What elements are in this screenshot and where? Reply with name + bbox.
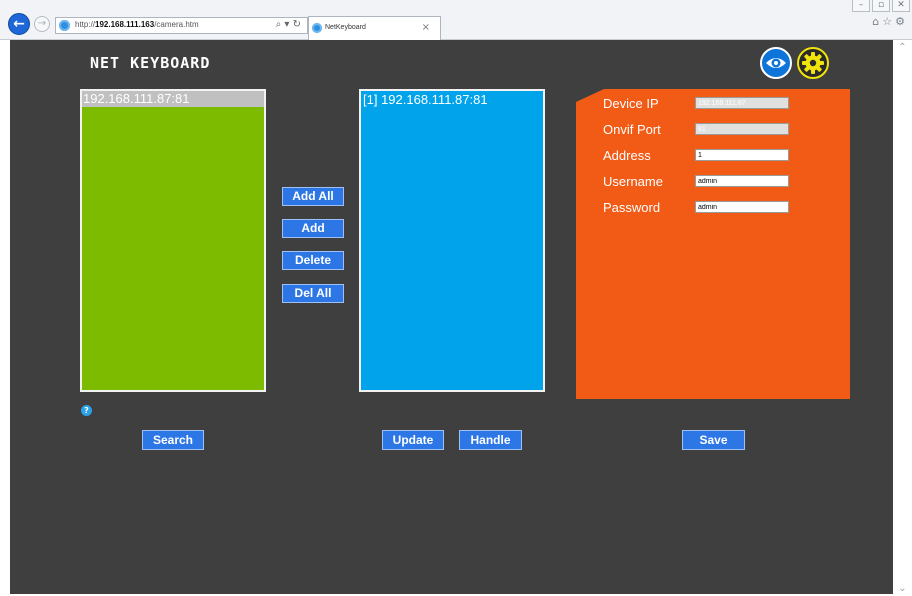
eye-icon-graphic (766, 58, 786, 68)
tab-title: NetKeyboard (325, 24, 366, 31)
device-settings-panel: Device IP Onvif Port Address Username Pa… (576, 89, 850, 399)
net-keyboard-page: NET KEYBOARD 192.168.111.87:81 Add All A… (10, 40, 893, 594)
scroll-up-icon[interactable]: ⌃ (893, 42, 912, 53)
url-path: /camera.htm (154, 20, 199, 29)
close-window-button[interactable]: ✕ (892, 0, 910, 12)
maximize-button[interactable]: ▫ (872, 0, 890, 12)
window-controls: – ▫ ✕ (852, 0, 910, 12)
address-label: Address (603, 148, 651, 163)
browser-chrome: – ▫ ✕ ← → http://192.168.111.163/camera.… (0, 0, 912, 40)
password-label: Password (603, 200, 661, 215)
forward-button[interactable]: → (34, 16, 50, 32)
scroll-down-icon[interactable]: ⌄ (893, 583, 912, 594)
tab-close-icon[interactable]: × (422, 22, 430, 33)
address-url[interactable]: http://192.168.111.163/camera.htm (75, 20, 199, 29)
device-ip-label: Device IP (603, 96, 659, 111)
save-button[interactable]: Save (682, 430, 745, 450)
onvif-port-field[interactable] (695, 123, 789, 135)
del-all-button[interactable]: Del All (282, 284, 344, 303)
ie-icon (59, 20, 70, 31)
tab-ie-icon (312, 23, 322, 33)
vertical-scrollbar[interactable]: ⌃ ⌄ (893, 40, 912, 596)
gear-icon[interactable] (797, 47, 829, 79)
panel-notch (576, 89, 604, 102)
address-bar[interactable]: http://192.168.111.163/camera.htm ⌕ ▾ ↻ (55, 17, 308, 34)
device-list[interactable]: [1] 192.168.111.87:81 (359, 89, 545, 392)
page-title: NET KEYBOARD (90, 54, 211, 72)
toolbar-icons[interactable]: ⌂☆⚙ (872, 15, 908, 28)
search-refresh-icons[interactable]: ⌕ ▾ ↻ (276, 19, 301, 30)
password-field[interactable] (695, 201, 789, 213)
add-button[interactable]: Add (282, 219, 344, 238)
list-item[interactable]: [1] 192.168.111.87:81 (363, 92, 488, 108)
search-results-list[interactable]: 192.168.111.87:81 (80, 89, 266, 392)
username-label: Username (603, 174, 663, 189)
browser-tab[interactable]: NetKeyboard × (308, 16, 441, 40)
back-button[interactable]: ← (8, 13, 30, 35)
address-field[interactable] (695, 149, 789, 161)
username-field[interactable] (695, 175, 789, 187)
help-icon[interactable]: ? (81, 405, 92, 416)
minimize-button[interactable]: – (852, 0, 870, 12)
url-host: 192.168.111.163 (95, 20, 155, 29)
delete-button[interactable]: Delete (282, 251, 344, 270)
handle-button[interactable]: Handle (459, 430, 522, 450)
device-ip-field[interactable] (695, 97, 789, 109)
list-item[interactable]: 192.168.111.87:81 (82, 91, 264, 107)
url-prefix: http:// (75, 20, 96, 29)
gear-icon-graphic (802, 52, 824, 74)
update-button[interactable]: Update (382, 430, 444, 450)
search-button[interactable]: Search (142, 430, 204, 450)
eye-icon[interactable] (760, 47, 792, 79)
onvif-port-label: Onvif Port (603, 122, 661, 137)
add-all-button[interactable]: Add All (282, 187, 344, 206)
